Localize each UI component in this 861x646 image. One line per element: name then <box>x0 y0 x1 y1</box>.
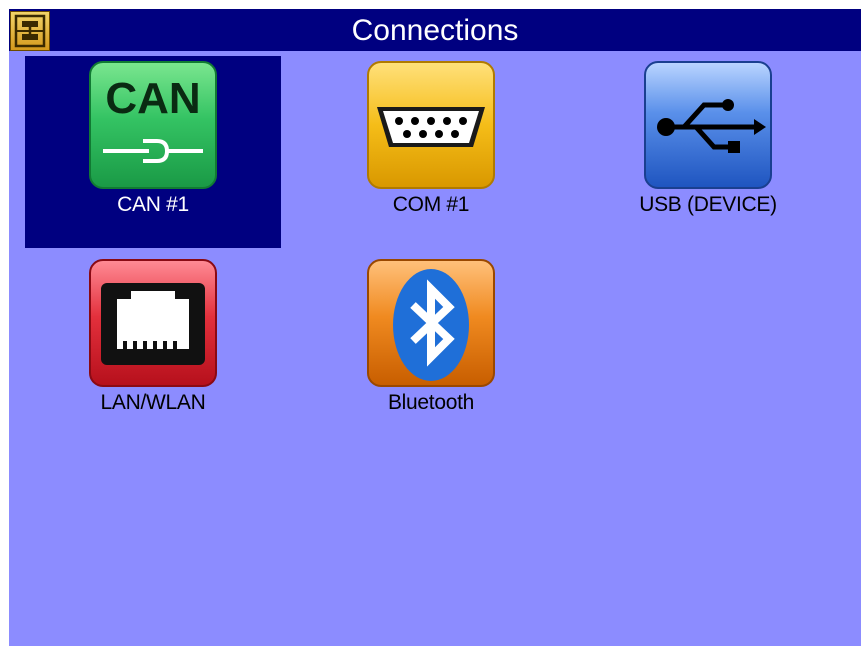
connection-label: CAN #1 <box>117 193 189 216</box>
serial-port-icon <box>367 61 495 189</box>
connection-label: Bluetooth <box>387 391 475 414</box>
usb-icon <box>644 61 772 189</box>
connection-tile-usb[interactable]: USB (DEVICE) <box>580 56 836 248</box>
connection-tile-com[interactable]: COM #1 <box>303 56 559 248</box>
connection-label: LAN/WLAN <box>100 391 206 414</box>
bluetooth-icon <box>367 259 495 387</box>
connection-tile-lan[interactable]: LAN/WLAN <box>25 254 281 446</box>
title-bar: Connections <box>9 9 861 51</box>
connection-label: COM #1 <box>392 193 470 216</box>
connection-tile-can[interactable]: CAN CAN #1 <box>25 56 281 248</box>
can-icon-text: CAN <box>105 74 200 123</box>
connection-tile-bluetooth[interactable]: Bluetooth <box>303 254 559 446</box>
can-bus-icon: CAN <box>89 61 217 189</box>
device-screen: Connections CAN CAN #1 COM #1 USB (DEVIC… <box>9 9 861 646</box>
connection-label: USB (DEVICE) <box>639 193 777 216</box>
page-title: Connections <box>351 14 519 47</box>
ethernet-port-icon <box>89 259 217 387</box>
